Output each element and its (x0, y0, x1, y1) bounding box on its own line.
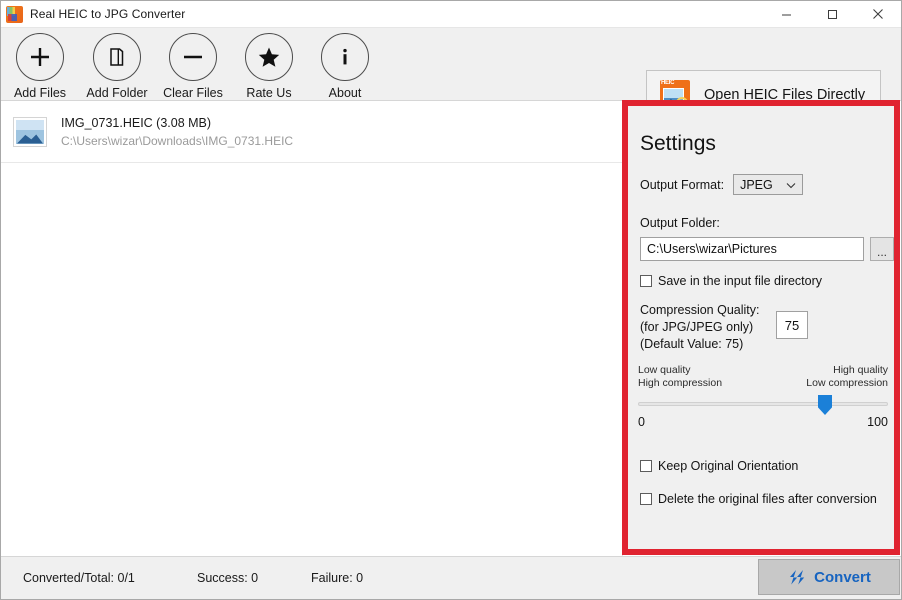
output-format-row: Output Format: JPEG (640, 174, 803, 195)
slider-scale: 0 100 (638, 415, 888, 429)
keep-original-orientation-label: Keep Original Orientation (658, 459, 798, 473)
window-title: Real HEIC to JPG Converter (30, 7, 185, 21)
file-path: C:\Users\wizar\Downloads\IMG_0731.HEIC (61, 134, 293, 148)
folder-icon (93, 33, 141, 81)
toolbar: Add Files Add Folder Clear Files (1, 28, 901, 101)
output-format-select[interactable]: JPEG (733, 174, 803, 195)
slider-left-caption: Low quality High compression (638, 364, 722, 390)
settings-panel: Settings Output Format: JPEG Output Fold… (628, 106, 894, 549)
checkbox-box (640, 460, 652, 472)
delete-originals-label: Delete the original files after conversi… (658, 492, 877, 506)
keep-original-orientation-checkbox[interactable]: Keep Original Orientation (640, 459, 798, 473)
output-format-value: JPEG (740, 178, 773, 192)
output-folder-input[interactable]: C:\Users\wizar\Pictures (640, 237, 864, 261)
app-logo-icon (6, 6, 23, 23)
save-in-input-directory-checkbox[interactable]: Save in the input file directory (640, 274, 822, 288)
add-folder-button[interactable]: Add Folder (78, 33, 156, 100)
add-files-button[interactable]: Add Files (1, 33, 79, 100)
plus-icon (16, 33, 64, 81)
info-icon (321, 33, 369, 81)
window-controls (763, 1, 901, 27)
convert-button[interactable]: Convert (758, 559, 900, 595)
heic-icon-text: HEIC (661, 80, 674, 86)
minus-icon (169, 33, 217, 81)
convert-label: Convert (814, 569, 871, 586)
compression-quality-input[interactable]: 75 (776, 311, 808, 339)
compression-quality-line1: Compression Quality: (640, 302, 760, 319)
about-button[interactable]: About (306, 33, 384, 100)
close-icon[interactable] (855, 1, 901, 27)
file-info: IMG_0731.HEIC (3.08 MB) C:\Users\wizar\D… (61, 116, 293, 148)
success-status: Success: 0 (197, 571, 258, 585)
save-in-input-directory-label: Save in the input file directory (658, 274, 822, 288)
add-files-label: Add Files (14, 86, 66, 100)
image-thumbnail-icon (13, 117, 47, 147)
slider-right-caption: High quality Low compression (806, 364, 888, 390)
rate-us-label: Rate Us (246, 86, 291, 100)
maximize-icon[interactable] (809, 1, 855, 27)
slider-left-line1: Low quality (638, 364, 722, 377)
rate-us-button[interactable]: Rate Us (230, 33, 308, 100)
clear-files-label: Clear Files (163, 86, 223, 100)
slider-track[interactable] (638, 402, 888, 406)
table-row[interactable]: IMG_0731.HEIC (3.08 MB) C:\Users\wizar\D… (1, 101, 622, 163)
file-name: IMG_0731.HEIC (3.08 MB) (61, 116, 293, 130)
browse-folder-button[interactable]: ... (870, 237, 894, 261)
compression-quality-line2: (for JPG/JPEG only) (640, 319, 760, 336)
failure-status: Failure: 0 (311, 571, 363, 585)
compression-quality-labels: Compression Quality: (for JPG/JPEG only)… (640, 302, 760, 353)
delete-originals-checkbox[interactable]: Delete the original files after conversi… (640, 492, 877, 506)
title-bar: Real HEIC to JPG Converter (1, 1, 901, 28)
slider-right-line2: Low compression (806, 377, 888, 390)
page-title: Settings (640, 132, 716, 156)
convert-arrows-icon (787, 569, 806, 586)
output-format-label: Output Format: (640, 178, 724, 192)
slider-left-line2: High compression (638, 377, 722, 390)
slider-thumb[interactable] (818, 395, 832, 415)
slider-captions: Low quality High compression High qualit… (638, 364, 888, 390)
star-icon (245, 33, 293, 81)
about-label: About (329, 86, 362, 100)
file-list[interactable]: IMG_0731.HEIC (3.08 MB) C:\Users\wizar\D… (1, 101, 623, 556)
converted-total-status: Converted/Total: 0/1 (23, 571, 135, 585)
compression-quality-line3: (Default Value: 75) (640, 336, 760, 353)
slider-right-line1: High quality (806, 364, 888, 377)
clear-files-button[interactable]: Clear Files (154, 33, 232, 100)
output-folder-label: Output Folder: (640, 216, 720, 230)
settings-highlight-border: Settings Output Format: JPEG Output Fold… (622, 100, 900, 555)
minimize-icon[interactable] (763, 1, 809, 27)
compression-quality-slider[interactable]: Low quality High compression High qualit… (638, 364, 888, 429)
slider-max-label: 100 (867, 415, 888, 429)
application-window: Real HEIC to JPG Converter Add Files (0, 0, 902, 600)
add-folder-label: Add Folder (86, 86, 147, 100)
chevron-down-icon (786, 178, 796, 192)
checkbox-box (640, 493, 652, 505)
checkbox-box (640, 275, 652, 287)
slider-min-label: 0 (638, 415, 645, 429)
